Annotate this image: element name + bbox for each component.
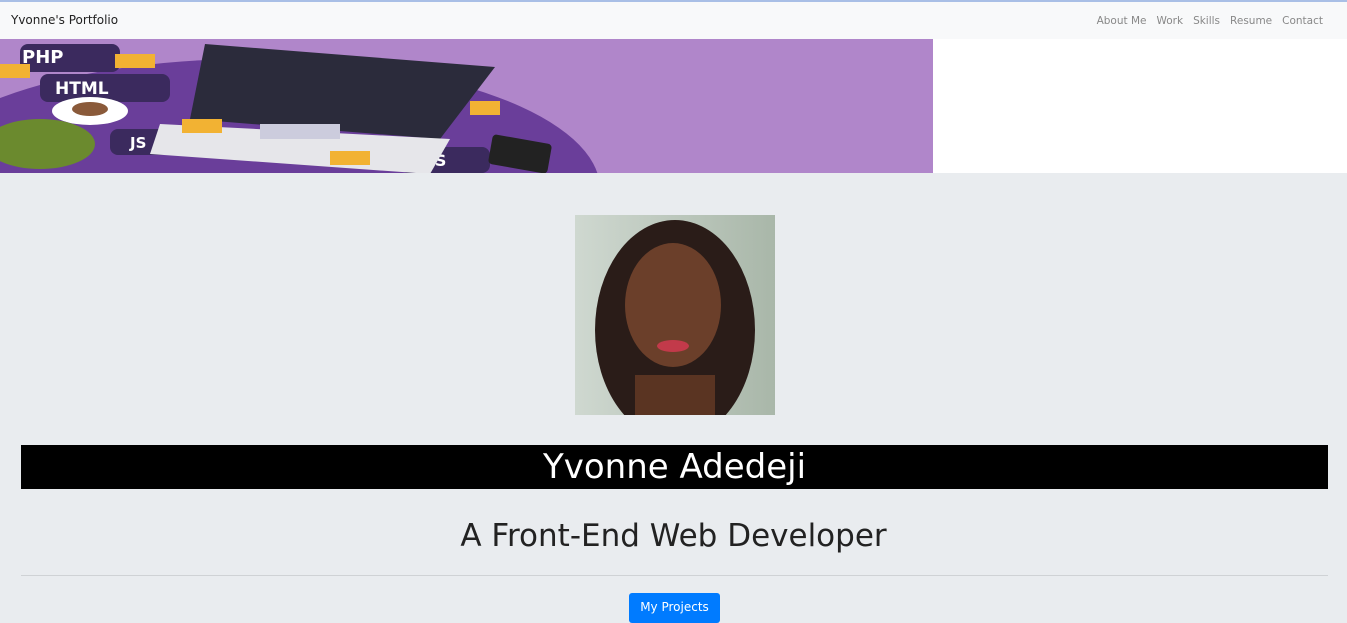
- svg-text:HTML: HTML: [55, 79, 109, 99]
- coding-illustration: PHP HTML JS CSS: [0, 44, 598, 173]
- nav-link-about[interactable]: About Me: [1097, 15, 1147, 27]
- nav-link-work[interactable]: Work: [1156, 15, 1183, 27]
- nav-link-contact[interactable]: Contact: [1282, 15, 1323, 27]
- nav-link-resume[interactable]: Resume: [1230, 15, 1272, 27]
- divider: [21, 575, 1328, 576]
- banner-blank-area: [933, 39, 1347, 173]
- banner-image: PHP HTML JS CSS: [0, 39, 933, 173]
- navbar: Yvonne's Portfolio About Me Work Skills …: [0, 0, 1347, 39]
- profile-photo: [575, 215, 775, 415]
- hero-subtitle: A Front-End Web Developer: [460, 518, 887, 554]
- nav-links: About Me Work Skills Resume Contact: [1097, 15, 1323, 27]
- svg-text:JS: JS: [129, 134, 146, 152]
- navbar-brand[interactable]: Yvonne's Portfolio: [11, 13, 118, 27]
- nav-link-skills[interactable]: Skills: [1193, 15, 1220, 27]
- my-projects-button[interactable]: My Projects: [629, 593, 720, 623]
- hero-name: Yvonne Adedeji: [21, 445, 1328, 489]
